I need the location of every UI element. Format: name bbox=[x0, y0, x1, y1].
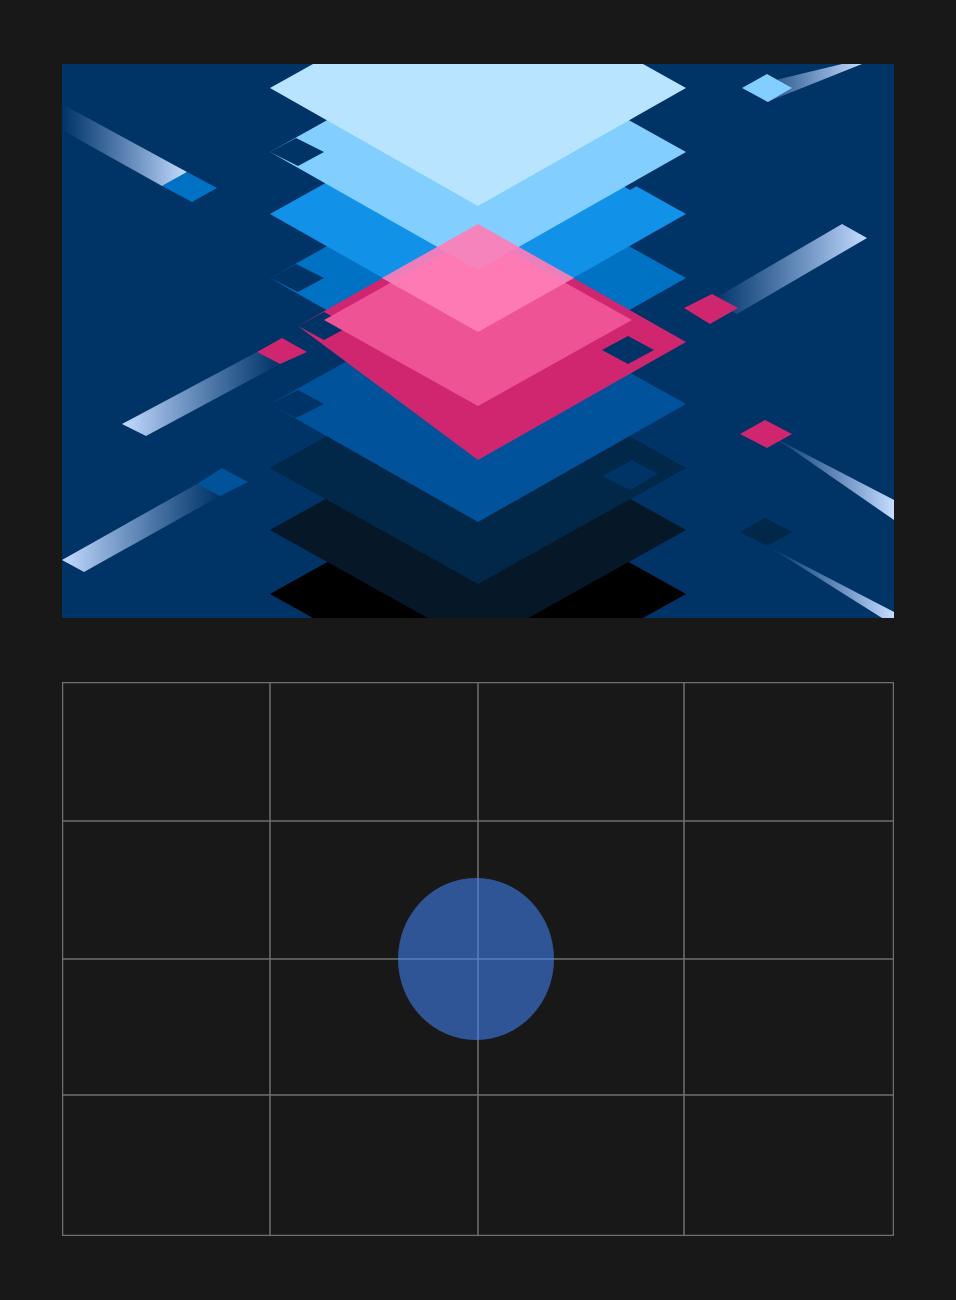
hero-illustration bbox=[62, 64, 894, 618]
diamond-layers bbox=[270, 64, 686, 618]
page bbox=[0, 0, 956, 1300]
focal-point-grid[interactable] bbox=[62, 682, 894, 1236]
focal-point-circle-icon[interactable] bbox=[398, 878, 554, 1040]
layered-diamond-artwork-icon bbox=[62, 64, 894, 618]
grid-canvas bbox=[62, 682, 894, 1236]
